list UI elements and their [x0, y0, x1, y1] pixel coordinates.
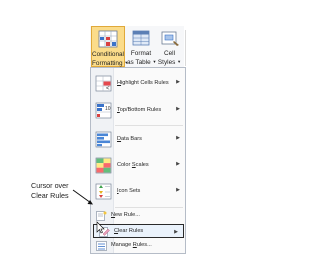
menu-item-clear-rules[interactable]: Clear Rules ▶ — [93, 224, 184, 238]
ribbon-styles-group: Conditional Formatting ▼ Format as Table… — [90, 26, 184, 68]
menu-separator — [115, 207, 183, 208]
icon-sets-icon — [95, 183, 112, 200]
submenu-arrow-icon: ▶ — [176, 161, 180, 167]
new-rule-icon — [96, 211, 107, 221]
submenu-arrow-icon: ▶ — [176, 187, 180, 193]
manage-rules-icon — [96, 241, 107, 251]
conditional-formatting-icon — [98, 30, 118, 48]
ribbon-separator — [185, 30, 186, 66]
menu-item-icon-sets[interactable]: Icon Sets ▶ — [91, 179, 185, 205]
annotation-line-2: Clear Rules — [31, 191, 69, 200]
format-as-table-icon — [132, 30, 150, 46]
menu-item-color-scales[interactable]: Color Scales ▶ — [91, 153, 185, 179]
dropdown-caret-icon: ▼ — [177, 59, 182, 64]
submenu-arrow-icon: ▶ — [176, 106, 180, 112]
conditional-formatting-menu: < Highlight Cells Rules ▶ 10 Top/Bottom … — [90, 67, 186, 254]
conditional-formatting-button[interactable]: Conditional Formatting ▼ — [91, 26, 128, 67]
cell-styles-icon — [161, 31, 179, 46]
menu-item-top-bottom-rules[interactable]: 10 Top/Bottom Rules ▶ — [91, 98, 185, 124]
cursor-annotation: Cursor over Clear Rules — [31, 181, 69, 201]
menu-item-data-bars[interactable]: Data Bars ▶ — [91, 127, 185, 153]
cell-styles-button[interactable]: Cell Styles ▼ — [156, 26, 183, 67]
menu-separator — [115, 125, 183, 126]
submenu-arrow-icon: ▶ — [174, 229, 178, 235]
submenu-arrow-icon: ▶ — [176, 79, 180, 85]
conditional-formatting-label-2: Formatting — [92, 60, 123, 67]
menu-item-manage-rules[interactable]: Manage Rules... — [91, 239, 185, 253]
format-as-table-label-1: Format — [130, 50, 152, 57]
menu-item-highlight-cells-rules[interactable]: < Highlight Cells Rules ▶ — [91, 71, 185, 97]
menu-item-new-rule[interactable]: New Rule... — [91, 209, 185, 223]
submenu-arrow-icon: ▶ — [176, 135, 180, 141]
annotation-line-1: Cursor over — [31, 181, 69, 190]
color-scales-icon — [95, 157, 112, 174]
svg-text:<: < — [106, 86, 110, 92]
svg-text:10: 10 — [105, 106, 111, 112]
cell-styles-label-1: Cell — [163, 50, 175, 57]
clear-rules-icon — [99, 227, 110, 237]
top-bottom-icon: 10 — [95, 102, 112, 119]
highlight-cells-icon: < — [95, 75, 112, 92]
format-as-table-label-2: as Table — [127, 59, 151, 66]
data-bars-icon — [95, 131, 112, 148]
conditional-formatting-label-1: Conditional — [92, 51, 124, 58]
format-as-table-button[interactable]: Format as Table ▼ — [127, 26, 156, 67]
cell-styles-label-2: Styles — [157, 59, 176, 66]
